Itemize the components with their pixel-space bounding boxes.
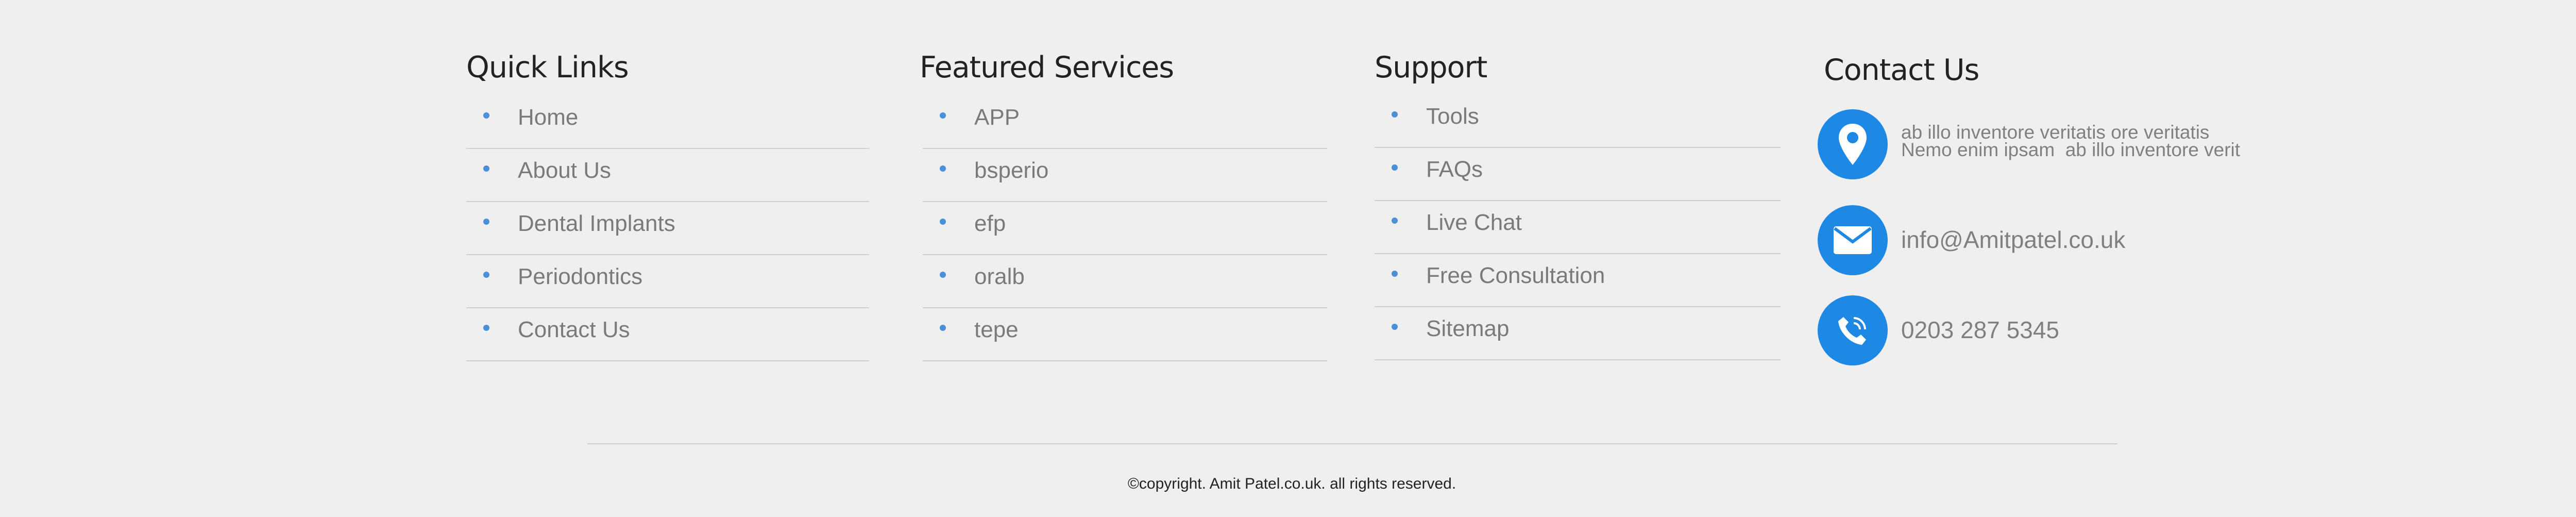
support-link-free-consultation[interactable]: Free Consultation (1375, 254, 1781, 307)
support-link-live-chat[interactable]: Live Chat (1375, 201, 1781, 254)
quick-link-contact-us[interactable]: Contact Us (466, 308, 869, 361)
link-label[interactable]: Tools (1426, 101, 1479, 132)
link-label[interactable]: Contact Us (518, 314, 630, 345)
quick-link-periodontics[interactable]: Periodontics (466, 255, 869, 308)
copyright-text: ©copyright. Amit Patel.co.uk. all rights… (1127, 475, 1456, 492)
support-list: Tools FAQs Live Chat Free Consultation S… (1375, 95, 1781, 360)
bullet-icon (940, 219, 946, 225)
phone-icon (1818, 295, 1888, 365)
link-label[interactable]: efp (974, 208, 1006, 239)
link-label[interactable]: FAQs (1426, 154, 1483, 185)
link-label[interactable]: Dental Implants (518, 208, 675, 239)
address-line-1: ab illo inventore veritatis ore veritati… (1901, 122, 2210, 143)
bullet-icon (483, 165, 489, 172)
link-label[interactable]: APP (974, 102, 1020, 133)
link-label[interactable]: Home (518, 102, 578, 133)
quick-link-about-us[interactable]: About Us (466, 149, 869, 202)
link-label[interactable]: Periodontics (518, 261, 642, 292)
support-link-faqs[interactable]: FAQs (1375, 148, 1781, 201)
bullet-icon (1392, 164, 1398, 171)
link-label[interactable]: tepe (974, 314, 1019, 345)
quick-link-dental-implants[interactable]: Dental Implants (466, 202, 869, 255)
bullet-icon (483, 325, 489, 331)
link-label[interactable]: oralb (974, 261, 1025, 292)
featured-services-list: APP bsperio efp oralb tepe (923, 96, 1327, 361)
envelope-icon (1818, 205, 1888, 275)
bullet-icon (940, 272, 946, 278)
featured-services-title: Featured Services (920, 51, 1174, 85)
bullet-icon (1392, 111, 1398, 118)
link-label[interactable]: Live Chat (1426, 207, 1522, 238)
bullet-icon (1392, 218, 1398, 224)
bullet-icon (483, 219, 489, 225)
quick-links-list: Home About Us Dental Implants Periodonti… (466, 96, 869, 361)
support-link-sitemap[interactable]: Sitemap (1375, 307, 1781, 360)
service-link-oralb[interactable]: oralb (923, 255, 1327, 308)
contact-title: Contact Us (1824, 53, 1979, 87)
link-label[interactable]: About Us (518, 155, 611, 186)
bullet-icon (483, 272, 489, 278)
link-label[interactable]: Sitemap (1426, 313, 1509, 344)
link-label[interactable]: Free Consultation (1426, 260, 1605, 291)
support-column: Support Tools FAQs Live Chat Free Consul… (1375, 49, 1781, 360)
map-pin-icon (1818, 109, 1888, 179)
quick-link-home[interactable]: Home (466, 96, 869, 149)
service-link-tepe[interactable]: tepe (923, 308, 1327, 361)
bullet-icon (940, 325, 946, 331)
service-link-bsperio[interactable]: bsperio (923, 149, 1327, 202)
bullet-icon (483, 112, 489, 119)
service-link-efp[interactable]: efp (923, 202, 1327, 255)
link-label[interactable]: bsperio (974, 155, 1048, 186)
quick-links-column: Quick Links Home About Us Dental Implant… (466, 49, 869, 361)
service-link-app[interactable]: APP (923, 96, 1327, 149)
bullet-icon (940, 165, 946, 172)
footer-divider (587, 443, 2117, 444)
bullet-icon (1392, 324, 1398, 330)
address-line-2: Nemo enim ipsam ab illo inventore verit (1901, 139, 2241, 160)
bullet-icon (1392, 271, 1398, 277)
featured-services-column: Featured Services APP bsperio efp oralb … (920, 49, 1327, 361)
contact-phone[interactable]: 0203 287 5345 (1901, 316, 2059, 344)
support-link-tools[interactable]: Tools (1375, 95, 1781, 148)
contact-column: Contact Us ab illo inventore veritatis o… (1814, 49, 2354, 365)
contact-address: ab illo inventore veritatis ore veritati… (1901, 122, 2241, 160)
contact-email[interactable]: info@Amitpatel.co.uk (1901, 226, 2125, 254)
support-title: Support (1375, 51, 1487, 85)
quick-links-title: Quick Links (466, 51, 629, 85)
bullet-icon (940, 112, 946, 119)
